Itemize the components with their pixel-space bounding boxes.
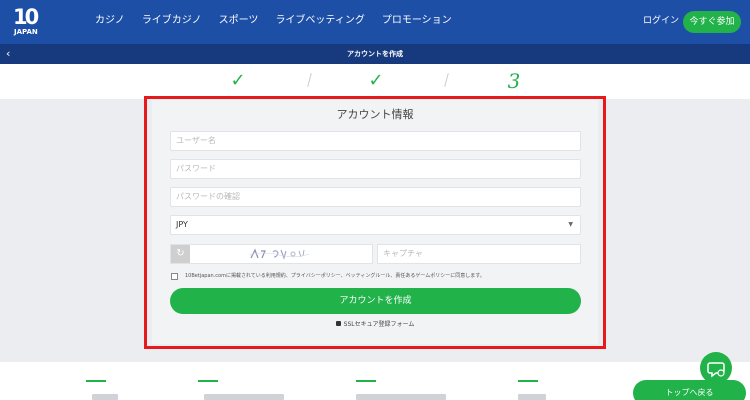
step-divider (444, 73, 449, 87)
logo-mark: 10 (13, 5, 39, 29)
footer-divider (198, 380, 218, 382)
main-nav: カジノ ライブカジノ スポーツ ライブベッティング プロモーション (95, 14, 452, 28)
footer-text-clipped (204, 394, 284, 400)
terms-checkbox[interactable] (171, 273, 178, 280)
footer-text-clipped (92, 394, 118, 400)
captcha-image (249, 248, 309, 260)
step-2-check-icon: ✓ (368, 70, 384, 91)
step-indicator: ✓ ✓ 3 (0, 64, 750, 99)
page-title-bar: ‹ アカウントを作成 (0, 44, 750, 64)
lock-icon (335, 321, 341, 326)
site-logo[interactable]: 10 JAPAN (13, 6, 43, 38)
step-3-number: 3 (507, 69, 521, 93)
top-navigation: 10 JAPAN カジノ ライブカジノ スポーツ ライブベッティング プロモーシ… (0, 0, 750, 44)
logo-subtitle: JAPAN (14, 28, 38, 36)
form-heading: アカウント情報 (336, 108, 414, 121)
dropdown-caret-icon: ▼ (568, 221, 573, 228)
nav-item-promotions[interactable]: プロモーション (382, 14, 452, 28)
footer-divider (518, 380, 538, 382)
currency-select[interactable]: JPY ▼ (170, 215, 581, 235)
ssl-note-text: SSLセキュア登録フォーム (343, 321, 415, 328)
footer-text-clipped (356, 394, 446, 400)
nav-item-casino[interactable]: カジノ (95, 14, 125, 28)
create-account-button[interactable]: アカウントを作成 (170, 288, 581, 314)
footer-divider (86, 380, 106, 382)
terms-agreement-text: 10Betjapan.comに掲載されている利用規約、プライバシーポリシー、ベッ… (185, 273, 485, 279)
login-link[interactable]: ログイン (643, 15, 679, 28)
chat-icon (707, 362, 725, 378)
captcha-image-box: ↻ (170, 244, 373, 264)
password-input[interactable]: パスワード (170, 159, 581, 179)
join-now-button[interactable]: 今すぐ参加 (683, 11, 741, 33)
chat-button[interactable] (700, 352, 732, 384)
password-confirm-input[interactable]: パスワードの確認 (170, 187, 581, 207)
nav-item-live-casino[interactable]: ライブカジノ (142, 14, 202, 28)
page-title: アカウントを作成 (347, 50, 403, 58)
currency-value: JPY (176, 220, 188, 229)
footer-text-clipped (518, 394, 546, 400)
nav-item-sports[interactable]: スポーツ (219, 14, 259, 28)
username-input[interactable]: ユーザー名 (170, 131, 581, 151)
refresh-icon[interactable]: ↻ (171, 245, 190, 263)
footer-divider (356, 380, 376, 382)
step-1-check-icon: ✓ (230, 70, 246, 91)
captcha-input[interactable]: キャプチャ (377, 244, 581, 264)
ssl-note: SSLセキュア登録フォーム (0, 320, 750, 329)
step-divider (307, 73, 312, 87)
nav-item-live-betting[interactable]: ライブベッティング (275, 14, 364, 28)
